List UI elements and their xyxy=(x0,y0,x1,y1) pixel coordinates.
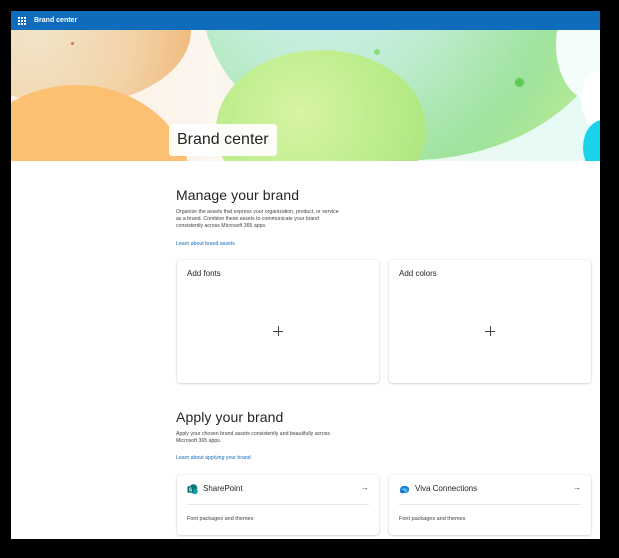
add-colors-card[interactable]: Add colors xyxy=(389,260,591,383)
hero-decoration xyxy=(583,120,600,161)
apply-brand-description: Apply your chosen brand assets consisten… xyxy=(176,431,330,444)
viva-connections-title: Viva Connections xyxy=(415,484,478,493)
suite-bar-title[interactable]: Brand center xyxy=(34,17,77,24)
hero-decoration xyxy=(374,49,380,55)
manage-brand-description: Organize the assets that express your or… xyxy=(176,209,339,229)
sharepoint-icon: S xyxy=(187,484,198,495)
add-fonts-card[interactable]: Add fonts xyxy=(177,260,379,383)
hero-decoration xyxy=(11,85,191,161)
add-icon xyxy=(485,326,495,336)
app-launcher-icon[interactable] xyxy=(18,16,26,25)
arrow-right-icon[interactable]: → xyxy=(573,483,581,492)
apply-brand-section: Apply your brand xyxy=(176,409,283,425)
brand-center-window: Brand center Brand center Manage your br… xyxy=(11,11,600,539)
viva-connections-subtitle: Font packages and themes xyxy=(399,516,466,522)
learn-brand-assets-link[interactable]: Learn about brand assets xyxy=(176,241,235,247)
card-divider xyxy=(187,504,369,505)
learn-applying-brand-link[interactable]: Learn about applying your brand xyxy=(176,455,251,461)
hero-decoration xyxy=(515,78,524,87)
add-colors-title: Add colors xyxy=(399,269,437,278)
sharepoint-subtitle: Font packages and themes xyxy=(187,516,254,522)
page-title: Brand center xyxy=(177,131,269,148)
viva-connections-card[interactable]: Viva Connections → Font packages and the… xyxy=(389,475,591,535)
suite-bar: Brand center xyxy=(11,11,600,30)
viva-connections-icon xyxy=(399,485,410,494)
add-fonts-title: Add fonts xyxy=(187,269,221,278)
hero-title-box: Brand center xyxy=(169,124,277,156)
arrow-right-icon[interactable]: → xyxy=(361,483,369,492)
card-divider xyxy=(399,504,581,505)
sharepoint-card[interactable]: S SharePoint → Font packages and themes xyxy=(177,475,379,535)
manage-brand-heading: Manage your brand xyxy=(176,187,300,203)
hero-banner: Brand center xyxy=(11,30,600,161)
manage-brand-section: Manage your brand xyxy=(176,187,299,203)
sharepoint-title: SharePoint xyxy=(203,484,243,493)
apply-brand-heading: Apply your brand xyxy=(176,409,284,425)
hero-decoration xyxy=(71,42,74,45)
add-icon xyxy=(273,326,283,336)
